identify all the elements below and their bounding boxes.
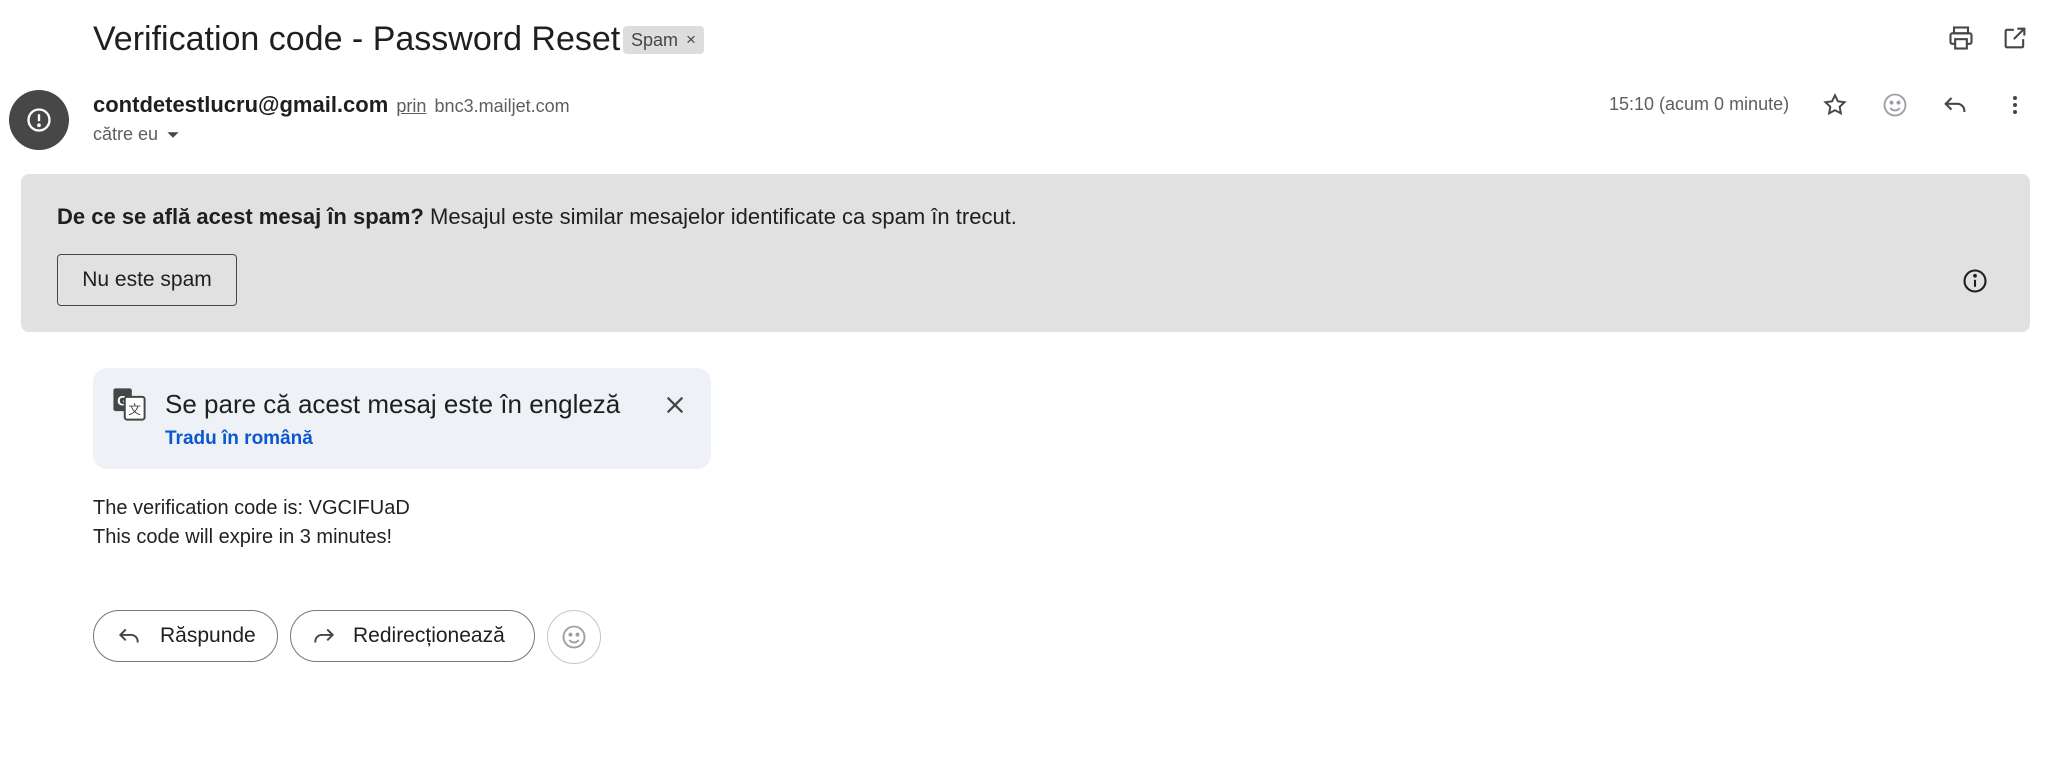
spam-label-chip: Spam × [623,26,704,54]
close-icon[interactable] [655,385,695,425]
recipient-label: către eu [93,124,159,144]
translate-icon: G 文 [112,387,146,421]
via-label[interactable]: prin [396,96,426,116]
forward-label: Redirecționează [353,624,505,647]
reply-icon [118,628,139,643]
email-subject: Verification code - Password Reset [93,20,621,58]
remove-label-icon[interactable]: × [686,30,696,50]
reply-icon[interactable] [1935,85,1975,125]
svg-text:文: 文 [128,402,141,417]
reply-button[interactable]: Răspunde [93,610,278,662]
star-icon[interactable] [1815,85,1855,125]
spam-warning-banner [21,174,2030,332]
open-in-new-window-icon[interactable] [1995,18,2035,58]
email-body-line: This code will expire in 3 minutes! [93,526,393,548]
via-domain: bnc3.mailjet.com [434,96,570,116]
sender-email[interactable]: contdetestlucru@gmail.com [93,92,388,117]
not-spam-button[interactable]: Nu este spam [57,254,237,306]
email-body-line: The verification code is: VGCIFUaD [93,497,410,519]
spam-question: De ce se află acest mesaj în spam? [57,204,424,229]
spam-label-text: Spam [631,29,679,50]
chevron-down-icon [167,131,179,138]
forward-icon [314,628,335,643]
forward-button[interactable]: Redirecționează [290,610,535,662]
spam-explanation: Mesajul este similar mesajelor identific… [430,204,1017,229]
translate-link[interactable]: Tradu în română [165,428,313,450]
reply-label: Răspunde [160,624,256,647]
translate-title: Se pare că acest mesaj este în engleză [165,389,621,419]
emoji-icon [562,625,586,649]
print-icon[interactable] [1941,18,1981,58]
info-icon[interactable] [1955,261,1995,301]
spam-reason: De ce se află acest mesaj în spam? Mesaj… [57,204,1017,230]
avatar [9,90,69,150]
recipient-details[interactable]: către eu [93,124,180,145]
emoji-reaction-button[interactable] [547,610,601,664]
sender-line: contdetestlucru@gmail.com prin bnc3.mail… [93,92,570,119]
timestamp: 15:10 (acum 0 minute) [1609,94,1790,114]
more-vert-icon[interactable] [1995,85,2035,125]
emoji-reaction-icon[interactable] [1875,85,1915,125]
warning-icon [27,108,51,132]
